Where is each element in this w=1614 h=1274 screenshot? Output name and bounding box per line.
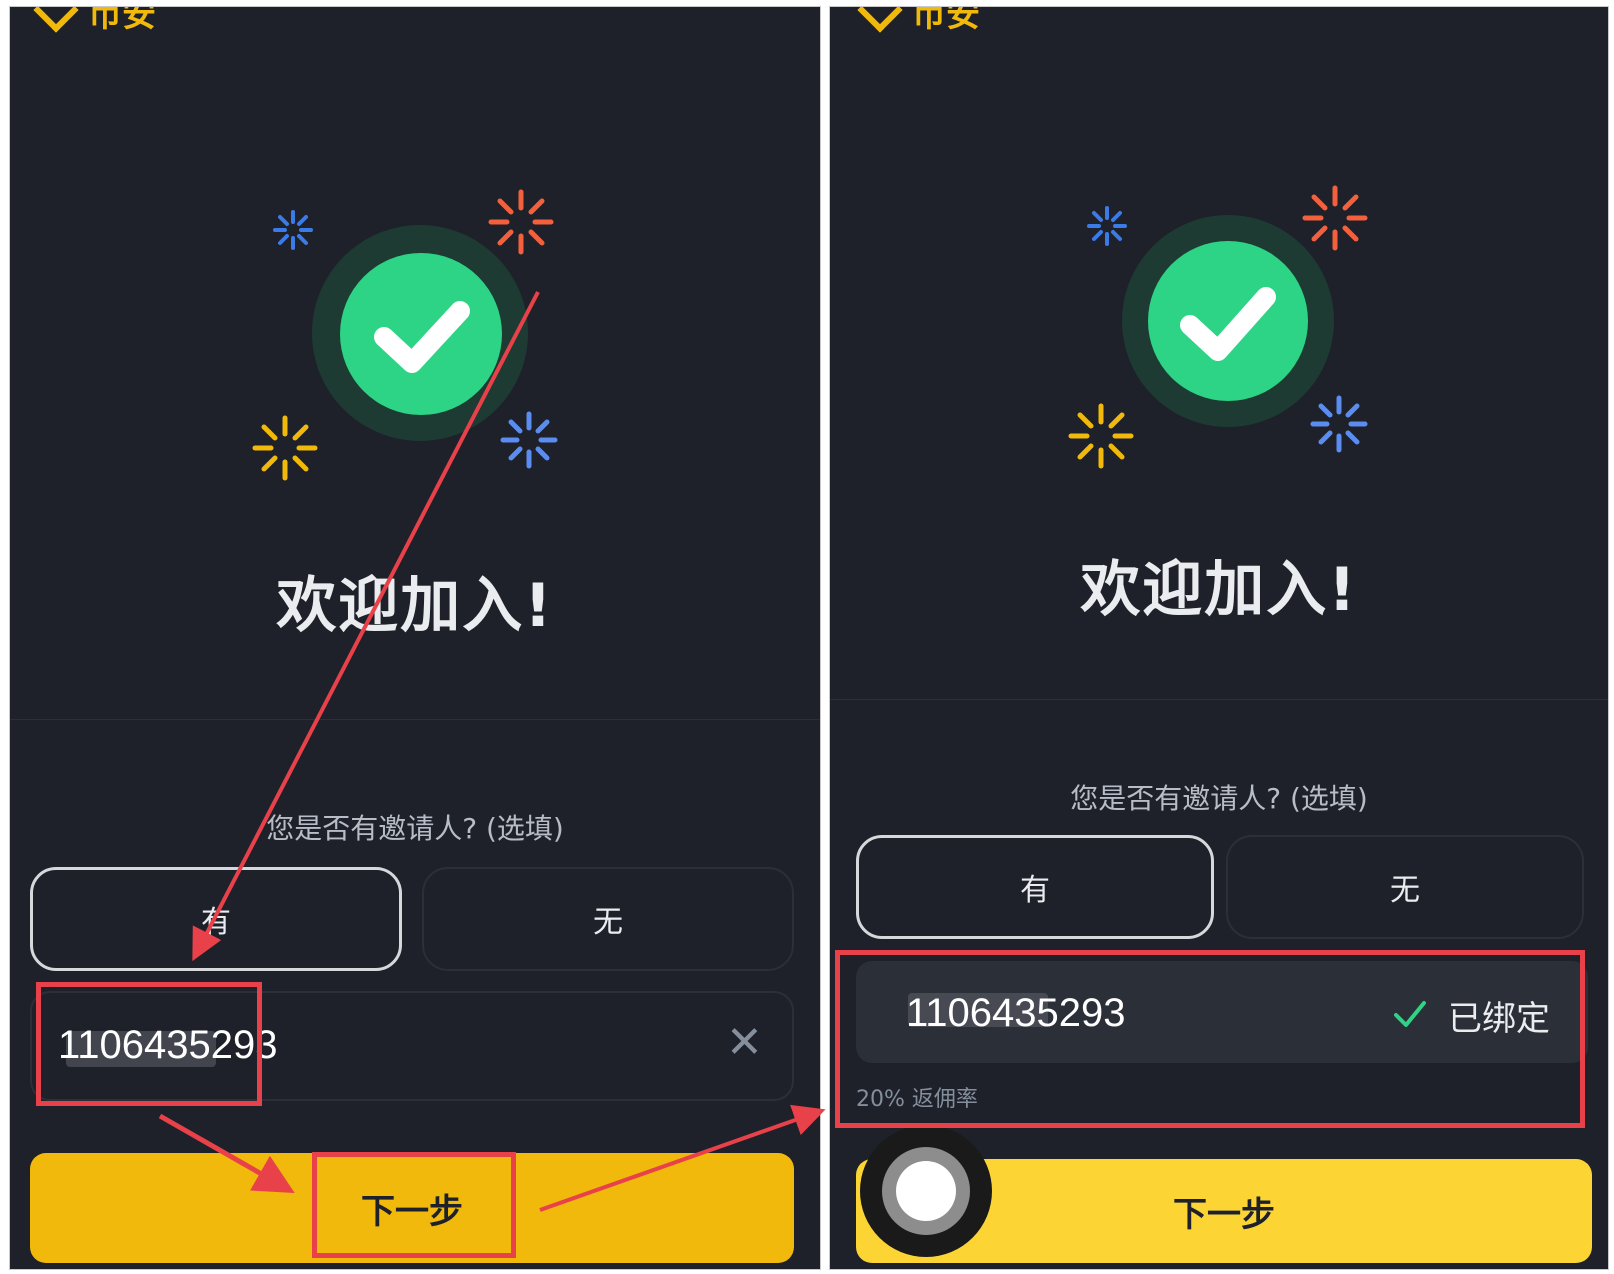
success-disc bbox=[1148, 241, 1308, 401]
welcome-title: 欢迎加入! bbox=[1080, 555, 1358, 625]
brand-diamond-icon bbox=[857, 7, 903, 33]
annotation-box-next-button bbox=[312, 1152, 516, 1258]
option-no-label: 无 bbox=[593, 905, 623, 940]
option-yes-label: 有 bbox=[1020, 873, 1050, 908]
brand-name: 币安 bbox=[912, 6, 980, 35]
divider bbox=[10, 719, 820, 720]
checkmark-icon bbox=[374, 301, 470, 373]
brand-logo: 币安 bbox=[33, 6, 156, 36]
close-icon[interactable]: ✕ bbox=[726, 1017, 763, 1068]
option-yes-button[interactable]: 有 bbox=[856, 835, 1214, 939]
option-no-button[interactable]: 无 bbox=[1226, 835, 1584, 939]
sparkle-icon bbox=[252, 415, 318, 481]
annotation-box-bound-result bbox=[835, 950, 1585, 1128]
sparkle-icon bbox=[1310, 395, 1368, 453]
brand-diamond-icon bbox=[33, 7, 79, 33]
option-no-label: 无 bbox=[1390, 873, 1420, 908]
sparkle-icon bbox=[273, 210, 313, 250]
sparkle-icon bbox=[1302, 185, 1368, 251]
next-button-label: 下一步 bbox=[1173, 1194, 1275, 1235]
option-yes-label: 有 bbox=[201, 905, 231, 940]
option-yes-button[interactable]: 有 bbox=[30, 867, 402, 971]
touch-cursor-dot bbox=[896, 1161, 956, 1221]
touch-cursor-icon bbox=[860, 1125, 992, 1257]
success-disc bbox=[340, 253, 502, 415]
inviter-question: 您是否有邀请人? (选填) bbox=[1070, 782, 1368, 815]
brand-name: 币安 bbox=[88, 6, 156, 35]
annotation-box-referral-id bbox=[36, 982, 262, 1106]
sparkle-icon bbox=[1087, 206, 1127, 246]
brand-logo: 币安 bbox=[857, 6, 980, 36]
checkmark-icon bbox=[1180, 287, 1276, 361]
sparkle-icon bbox=[500, 411, 558, 469]
divider bbox=[830, 699, 1608, 700]
success-illustration bbox=[240, 177, 570, 507]
sparkle-icon bbox=[488, 189, 554, 255]
option-no-button[interactable]: 无 bbox=[422, 867, 794, 971]
success-illustration bbox=[1062, 173, 1382, 493]
sparkle-icon bbox=[1068, 403, 1134, 469]
inviter-question: 您是否有邀请人? (选填) bbox=[266, 812, 564, 845]
welcome-title: 欢迎加入! bbox=[276, 571, 554, 641]
